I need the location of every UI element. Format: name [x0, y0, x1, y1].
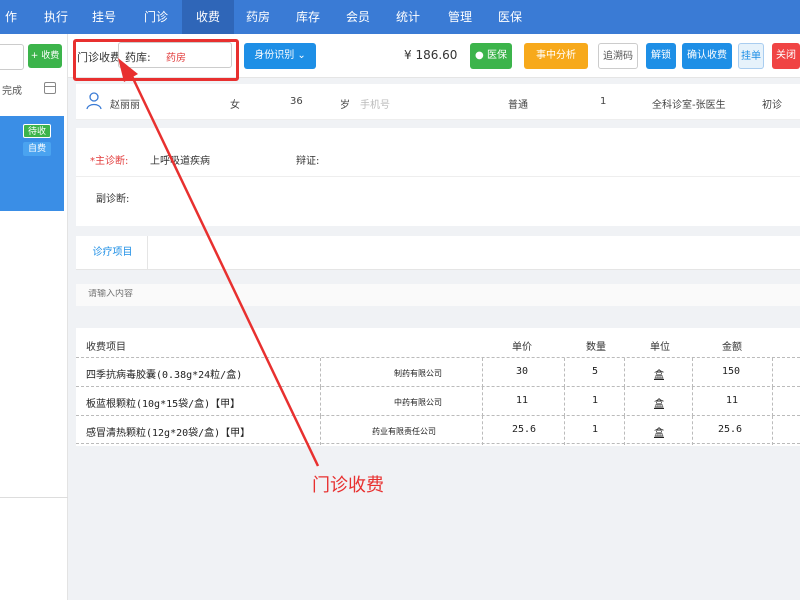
annotation-arrow	[118, 58, 320, 467]
annotation-label: 门诊收费	[312, 475, 384, 496]
